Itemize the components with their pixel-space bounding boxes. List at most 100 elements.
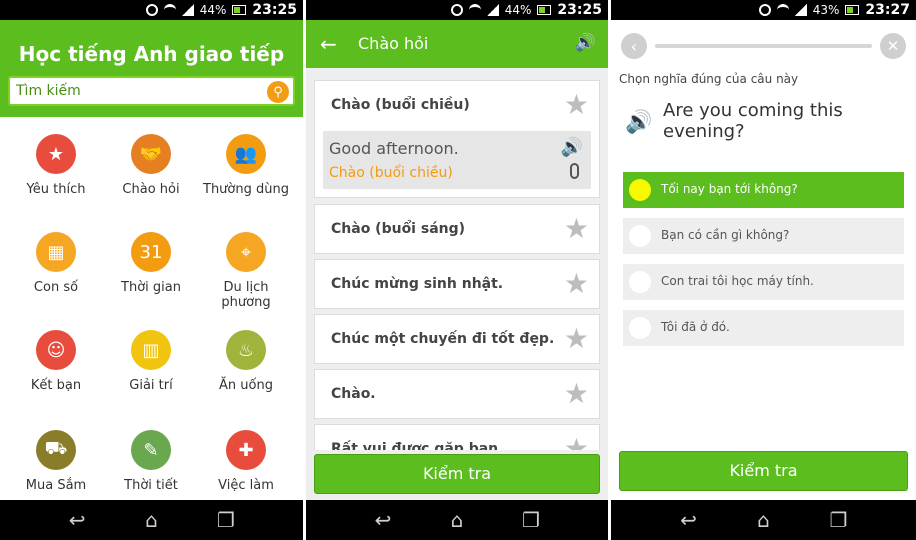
phrase-title: Rất vui được gặp bạn.: [331, 441, 504, 450]
chevron-left-icon[interactable]: ‹: [621, 33, 647, 59]
phrase-card[interactable]: Chúc mừng sinh nhật. ★: [314, 259, 600, 309]
category-item[interactable]: ▦ Con số: [8, 232, 104, 295]
clock: 23:27: [865, 2, 910, 18]
back-nav-icon[interactable]: ↩: [368, 508, 398, 532]
battery-percent: 44%: [504, 3, 532, 17]
signal-icon: [486, 4, 499, 16]
quiz-screen: 43% 23:27 ‹ ✕ Chọn nghĩa đúng của câu nà…: [611, 0, 916, 540]
building-icon: ▥: [131, 330, 171, 370]
category-item[interactable]: ⛟ Mua Sắm: [8, 430, 104, 493]
category-item[interactable]: ♨ Ăn uống: [198, 330, 294, 393]
speaker-icon[interactable]: 🔊: [561, 137, 583, 158]
toolbar: ← Chào hỏi 🔊: [306, 20, 608, 68]
phrase-title: Chào.: [331, 386, 376, 402]
category-item[interactable]: ☺ Kết bạn: [8, 330, 104, 393]
speaker-icon[interactable]: 🔊: [575, 33, 596, 53]
quiz-progress-bar: [655, 44, 872, 48]
shopping-icon: ⛟: [36, 430, 76, 470]
category-item[interactable]: 31 Thời gian: [103, 232, 199, 295]
app-header: Học tiếng Anh giao tiếp Tìm kiếm ⚲: [0, 20, 303, 117]
phrase-title: Chúc mừng sinh nhật.: [331, 276, 504, 292]
category-label: Mua Sắm: [25, 478, 87, 493]
wifi-icon: [776, 4, 789, 16]
search-icon[interactable]: ⚲: [267, 81, 289, 103]
category-item[interactable]: ▥ Giải trí: [103, 330, 199, 393]
phrase-card[interactable]: Chào (buổi sáng) ★: [314, 204, 600, 254]
category-item[interactable]: ★ Yêu thích: [8, 134, 104, 197]
microphone-icon[interactable]: [570, 163, 579, 179]
wifi-icon: [468, 4, 481, 16]
speaker-icon[interactable]: 🔊: [625, 110, 652, 135]
category-label: Ăn uống: [219, 378, 273, 393]
category-item[interactable]: 👥 Thường dùng: [198, 134, 294, 197]
category-label: Thời tiết: [124, 478, 178, 493]
recents-nav-icon[interactable]: ❐: [824, 508, 854, 532]
recents-nav-icon[interactable]: ❐: [516, 508, 546, 532]
radio-icon: [629, 271, 651, 293]
category-item[interactable]: ✎ Thời tiết: [103, 430, 199, 493]
phrase-title: Chào (buổi chiều): [331, 97, 470, 113]
category-label: Giải trí: [129, 378, 173, 393]
battery-percent: 44%: [199, 3, 227, 17]
status-bar: 44% 23:25: [306, 0, 608, 20]
home-nav-icon[interactable]: ⌂: [442, 508, 472, 532]
alarm-icon: [450, 4, 463, 16]
category-label: Kết bạn: [30, 378, 82, 393]
phrase-card[interactable]: Chúc một chuyến đi tốt đẹp. ★: [314, 314, 600, 364]
category-item[interactable]: ✚ Việc làm: [198, 430, 294, 493]
nav-bar: ↩ ⌂ ❐: [0, 500, 303, 540]
star-icon[interactable]: ★: [564, 435, 589, 451]
search-input[interactable]: Tìm kiếm ⚲: [8, 76, 295, 106]
home-nav-icon[interactable]: ⌂: [749, 508, 779, 532]
phrases-screen: 44% 23:25 ← Chào hỏi 🔊 Chào (buổi chiều)…: [306, 0, 608, 540]
calendar-icon: 31: [131, 232, 171, 272]
category-label: Du lịch phương: [221, 280, 271, 310]
star-icon[interactable]: ★: [564, 215, 589, 243]
phrase-card[interactable]: Rất vui được gặp bạn. ★: [314, 424, 600, 450]
answer-option[interactable]: Tôi đã ở đó.: [623, 310, 904, 346]
quiz-header: ‹ ✕: [611, 20, 916, 70]
search-placeholder: Tìm kiếm: [16, 83, 81, 99]
close-icon[interactable]: ✕: [880, 33, 906, 59]
handshake-icon: 🤝: [131, 134, 171, 174]
home-nav-icon[interactable]: ⌂: [136, 508, 166, 532]
star-icon: ★: [36, 134, 76, 174]
category-label: Con số: [33, 280, 79, 295]
category-item[interactable]: ⌖ Du lịch phương: [198, 232, 294, 310]
radio-icon: [629, 225, 651, 247]
category-label: Chào hỏi: [122, 182, 180, 197]
star-icon[interactable]: ★: [564, 380, 589, 408]
check-button[interactable]: Kiểm tra: [314, 454, 600, 494]
answer-option[interactable]: Bạn có cần gì không?: [623, 218, 904, 254]
battery-icon: [845, 5, 860, 15]
star-icon[interactable]: ★: [564, 325, 589, 353]
answer-option[interactable]: Tối nay bạn tới không?: [623, 172, 904, 208]
phrase-card[interactable]: Chào. ★: [314, 369, 600, 419]
back-nav-icon[interactable]: ↩: [62, 508, 92, 532]
answer-label: Bạn có cần gì không?: [661, 228, 790, 242]
signal-icon: [181, 4, 194, 16]
recents-nav-icon[interactable]: ❐: [211, 508, 241, 532]
blocks-icon: ▦: [36, 232, 76, 272]
answer-label: Con trai tôi học máy tính.: [661, 274, 814, 288]
radio-icon: [629, 317, 651, 339]
back-arrow-icon[interactable]: ←: [320, 32, 337, 56]
english-text: Good afternoon.: [329, 139, 459, 158]
category-label: Yêu thích: [26, 182, 86, 197]
back-nav-icon[interactable]: ↩: [674, 508, 704, 532]
answer-option[interactable]: Con trai tôi học máy tính.: [623, 264, 904, 300]
nav-bar: ↩ ⌂ ❐: [306, 500, 608, 540]
phrase-card-expanded[interactable]: Chào (buổi chiều) ★ Good afternoon. Chào…: [314, 80, 600, 198]
alarm-icon: [145, 4, 158, 16]
check-button[interactable]: Kiểm tra: [619, 451, 908, 491]
toolbar-title: Chào hỏi: [358, 34, 429, 53]
phrase-detail: Good afternoon. Chào (buổi chiều) 🔊: [323, 131, 591, 189]
category-item[interactable]: 🤝 Chào hỏi: [103, 134, 199, 197]
app-title: Học tiếng Anh giao tiếp: [18, 42, 285, 66]
dining-icon: ♨: [226, 330, 266, 370]
star-icon[interactable]: ★: [564, 91, 589, 119]
status-bar: 44% 23:25: [0, 0, 303, 20]
battery-icon: [232, 5, 247, 15]
star-icon[interactable]: ★: [564, 270, 589, 298]
palette-icon: ✎: [131, 430, 171, 470]
